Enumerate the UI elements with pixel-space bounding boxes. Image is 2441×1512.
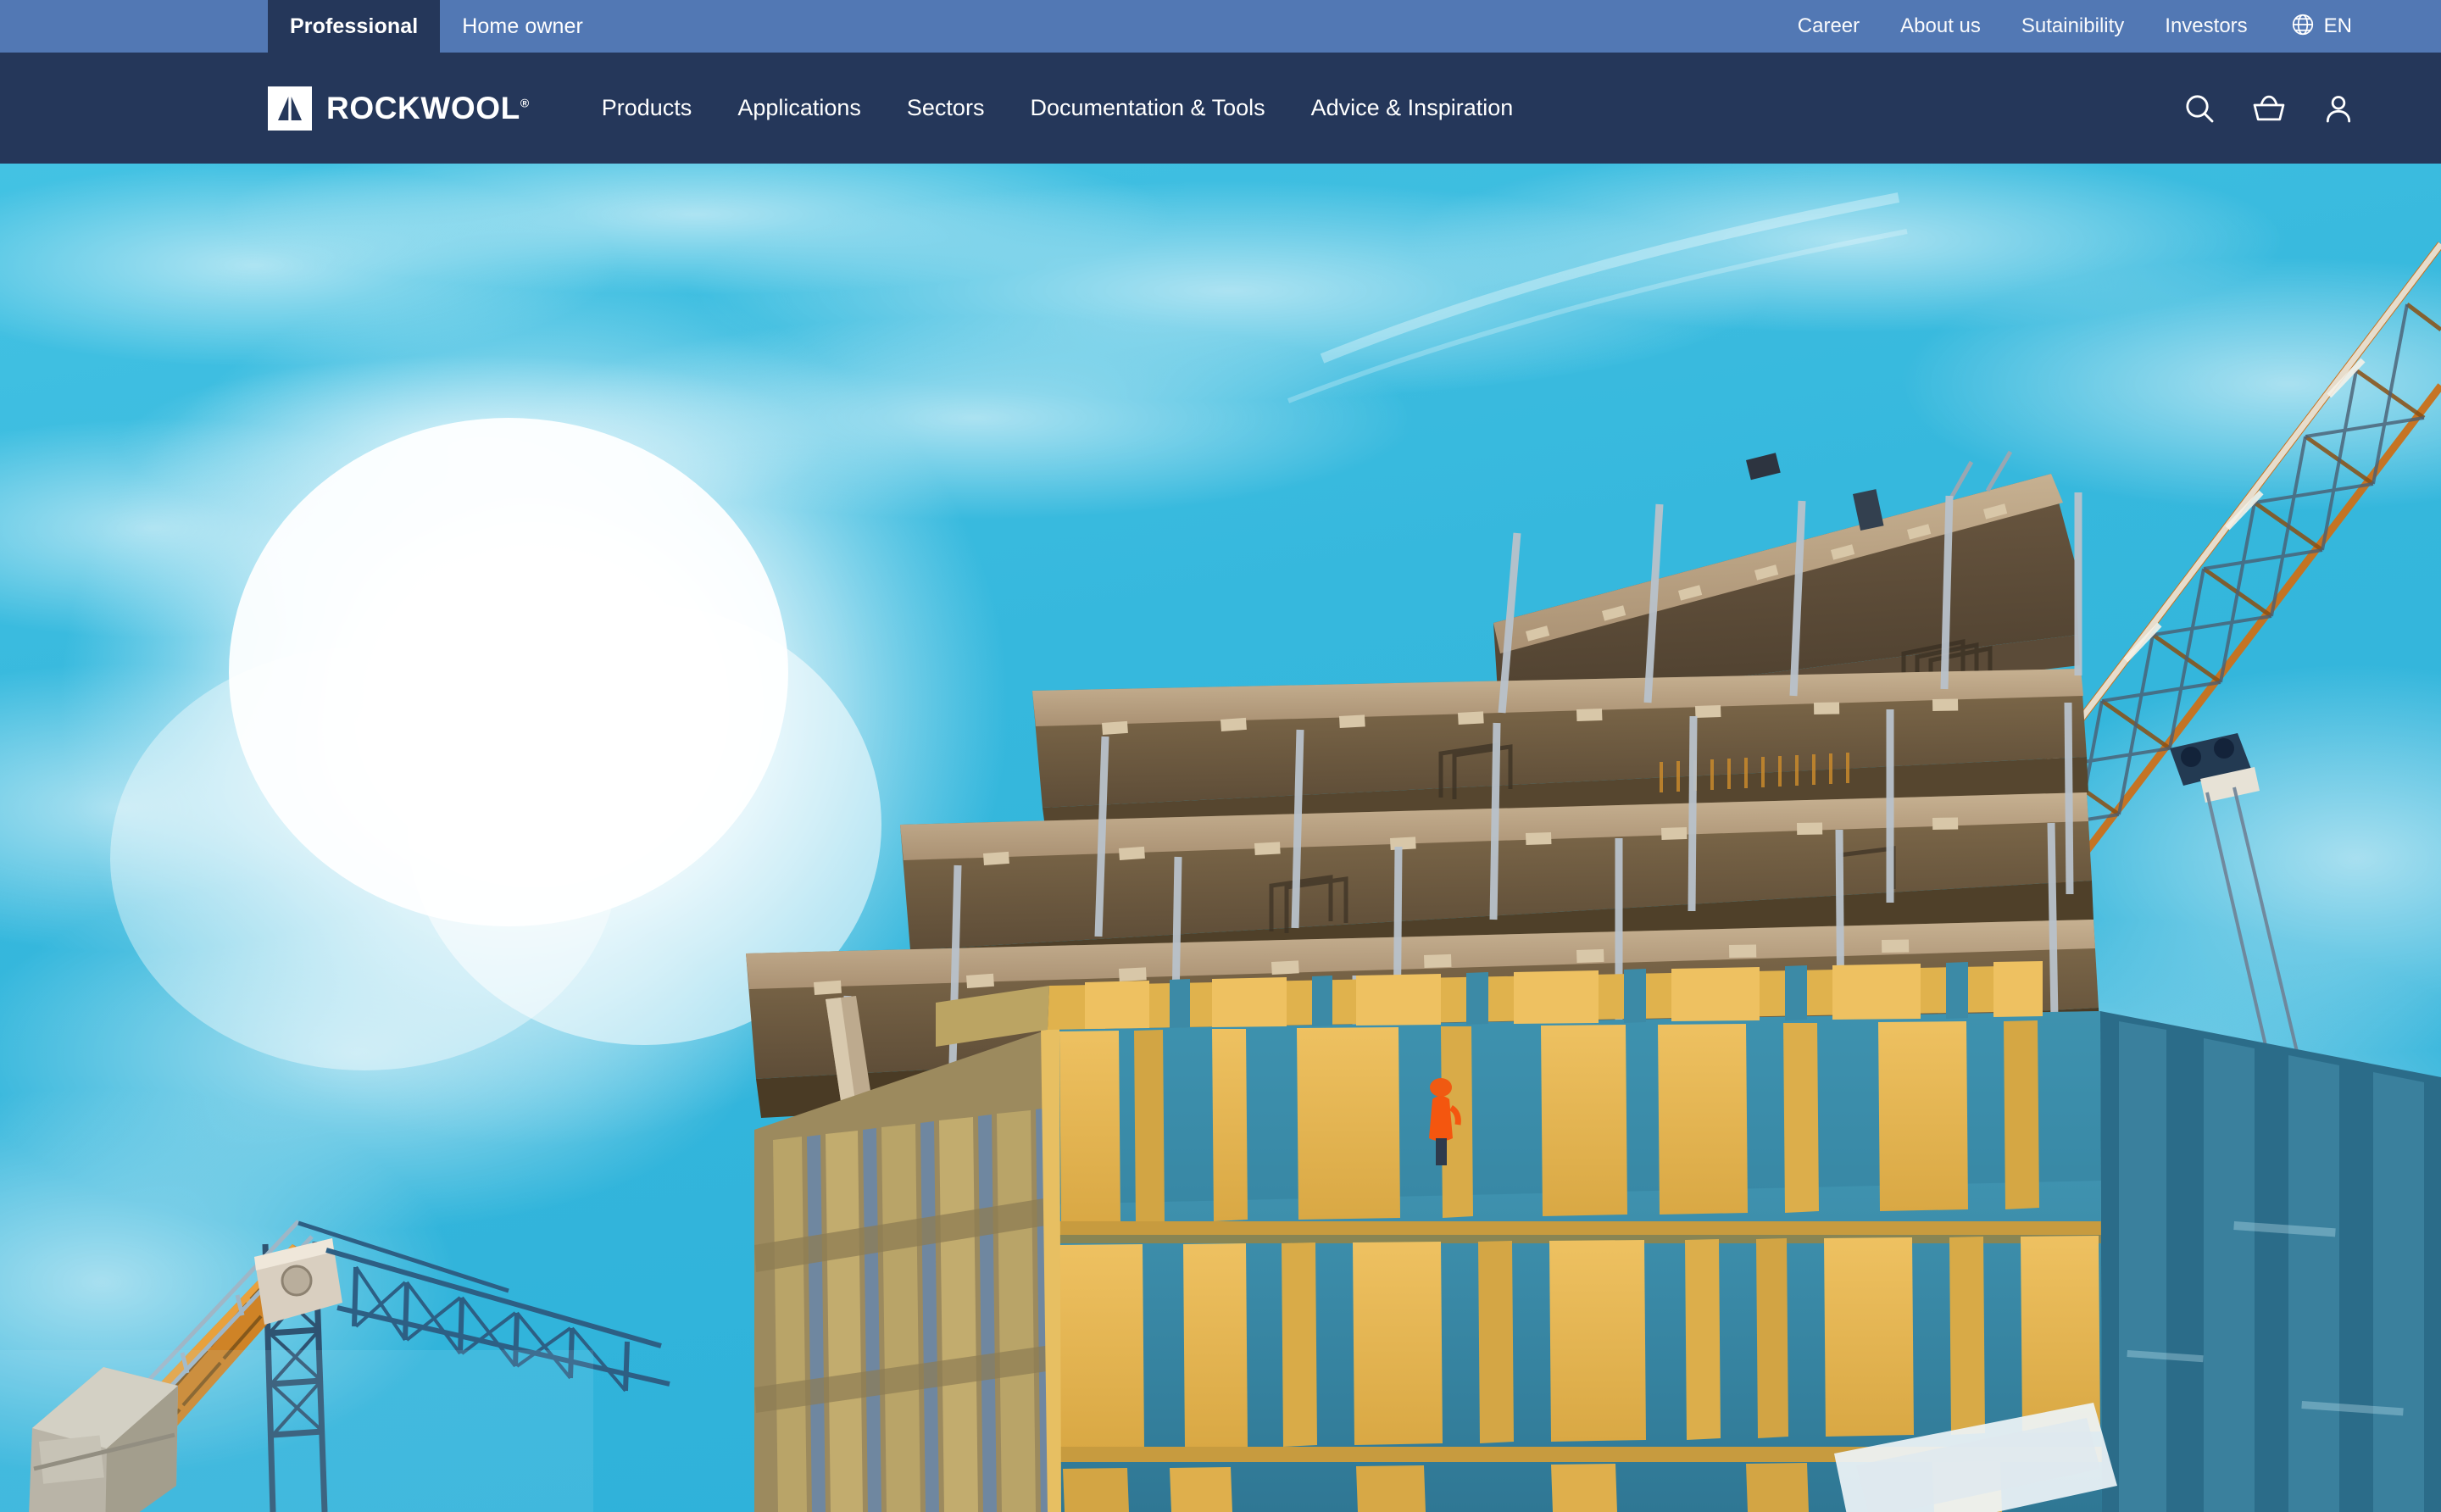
- main-header: ROCKWOOL® Products Applications Sectors …: [0, 53, 2441, 164]
- nav-link-sectors[interactable]: Sectors: [884, 95, 1008, 121]
- utility-link-about-us[interactable]: About us: [1880, 14, 2001, 38]
- account-icon[interactable]: [2321, 91, 2356, 126]
- utility-links: Career About us Sutainibility Investors …: [1777, 0, 2441, 53]
- utility-link-career[interactable]: Career: [1777, 14, 1880, 38]
- language-label: EN: [2323, 14, 2352, 37]
- nav-link-advice-inspiration[interactable]: Advice & Inspiration: [1288, 95, 1537, 121]
- language-selector[interactable]: EN: [2268, 12, 2352, 42]
- registered-mark: ®: [520, 96, 530, 110]
- nav-link-products[interactable]: Products: [579, 95, 715, 121]
- audience-tab-professional[interactable]: Professional: [268, 0, 441, 53]
- primary-nav: Products Applications Sectors Documentat…: [579, 95, 1537, 121]
- hero-banner: [0, 164, 2441, 1512]
- header-actions: [2182, 91, 2441, 126]
- audience-tab-label: Home owner: [462, 14, 583, 38]
- utility-spacer: [605, 0, 1777, 53]
- brand-logo[interactable]: ROCKWOOL®: [268, 86, 530, 131]
- globe-icon: [2290, 12, 2316, 42]
- utility-bar: Professional Home owner Career About us …: [0, 0, 2441, 53]
- facade-front: [1048, 1011, 2441, 1512]
- hero-illustration: [0, 164, 2441, 1512]
- brand-name: ROCKWOOL®: [326, 91, 530, 126]
- search-icon[interactable]: [2182, 91, 2217, 126]
- audience-tab-label: Professional: [290, 14, 419, 38]
- utility-link-investors[interactable]: Investors: [2144, 14, 2267, 38]
- utility-link-sustainability[interactable]: Sutainibility: [2001, 14, 2144, 38]
- brand-name-text: ROCKWOOL: [326, 90, 520, 125]
- audience-tabs: Professional Home owner: [268, 0, 605, 53]
- audience-tab-home-owner[interactable]: Home owner: [440, 0, 605, 53]
- nav-link-applications[interactable]: Applications: [715, 95, 884, 121]
- basket-icon[interactable]: [2251, 91, 2287, 126]
- nav-link-documentation-tools[interactable]: Documentation & Tools: [1007, 95, 1287, 121]
- rockwool-logo-icon: [268, 86, 312, 131]
